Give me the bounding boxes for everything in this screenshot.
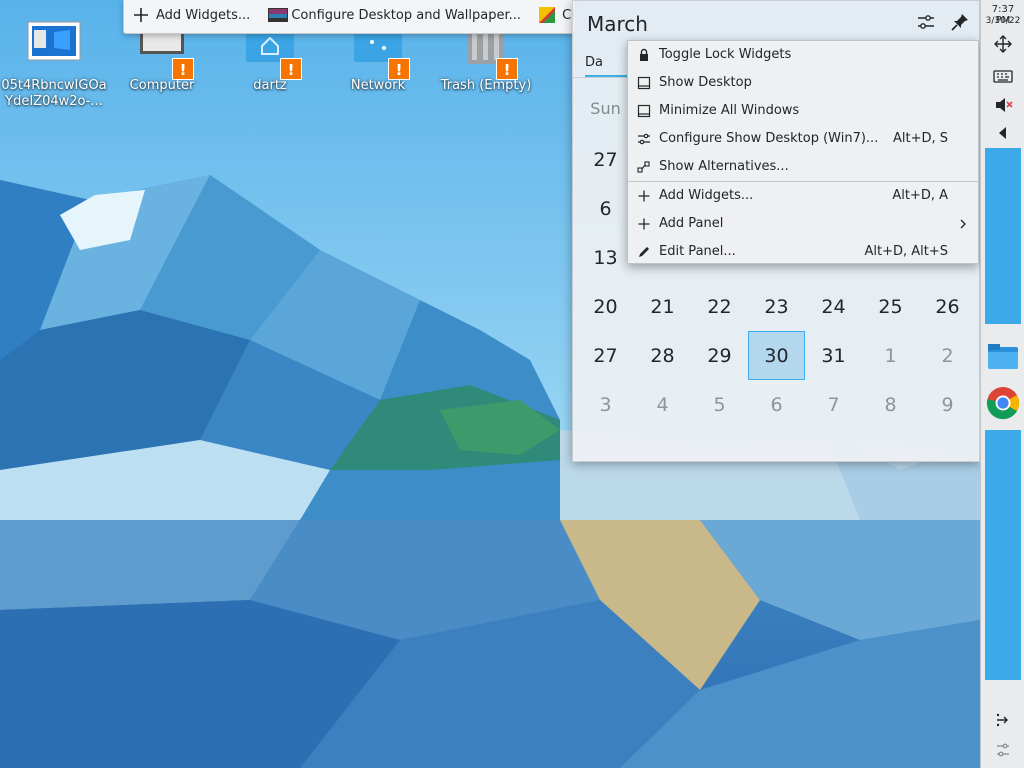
menu-item-show-alternatives[interactable]: Show Alternatives... [628, 153, 978, 181]
calendar-day[interactable]: 24 [805, 282, 862, 331]
menu-item-toggle-lock-widgets[interactable]: Toggle Lock Widgets [628, 41, 978, 69]
calendar-pin-button[interactable] [949, 11, 971, 33]
add-widgets-label: Add Widgets... [156, 7, 251, 23]
menu-item-add-panel[interactable]: Add Panel [628, 210, 978, 238]
calendar-day[interactable]: 5 [691, 380, 748, 429]
window-icon [637, 104, 651, 118]
desktop-icon-image-file[interactable]: 05t4RbncwIGOaYdeIZ04w2o-... [0, 18, 108, 110]
chevron-right-icon [958, 217, 968, 231]
calendar-day[interactable]: 31 [805, 331, 862, 380]
plus-icon [132, 6, 150, 24]
calendar-week-row: 20 21 22 23 24 25 26 [577, 282, 977, 331]
calendar-configure-button[interactable] [915, 11, 937, 33]
calendar-day[interactable]: 4 [634, 380, 691, 429]
chrome-icon[interactable] [986, 386, 1020, 420]
calendar-day[interactable]: 7 [805, 380, 862, 429]
menu-item-minimize-all-windows[interactable]: Minimize All Windows [628, 97, 978, 125]
activities-icon [538, 6, 556, 24]
choose-activity-button[interactable]: Choos [530, 0, 574, 30]
calendar-day[interactable]: 23 [748, 282, 805, 331]
calendar-day[interactable]: 27 [577, 331, 634, 380]
window-icon [637, 76, 651, 90]
panel-context-menu: Toggle Lock Widgets Show Desktop Minimize … [627, 40, 979, 264]
right-panel: 7:37 PM 3/30/22 [980, 0, 1024, 768]
calendar-day[interactable]: 25 [862, 282, 919, 331]
calendar-day[interactable]: 9 [919, 380, 976, 429]
desktop-icon-label: Network [350, 78, 406, 93]
menu-item-label: Show Alternatives... [659, 159, 789, 174]
menu-item-configure-show-desktop-win7[interactable]: Configure Show Desktop (Win7)... Alt+D, S [628, 125, 978, 153]
calendar-day[interactable]: 13 [577, 233, 634, 282]
panel-edit-handle-icon[interactable] [993, 710, 1013, 730]
menu-item-label: Minimize All Windows [659, 103, 800, 118]
menu-item-label: Add Widgets... [659, 188, 754, 203]
pin-icon [951, 14, 968, 31]
calendar-day-today[interactable]: 30 [748, 331, 805, 380]
lock-icon [637, 48, 651, 62]
menu-item-shortcut: Alt+D, A [892, 188, 948, 203]
image-file-icon [24, 18, 84, 70]
calendar-day[interactable]: 26 [919, 282, 976, 331]
menu-item-label: Configure Show Desktop (Win7)... [659, 131, 879, 146]
warning-badge-icon: ! [388, 58, 410, 80]
menu-item-label: Edit Panel... [659, 244, 736, 259]
calendar-day[interactable]: 6 [577, 184, 634, 233]
tab-days[interactable]: Da [585, 55, 635, 77]
plus-icon [637, 217, 651, 231]
desktop-icon-label: 05t4RbncwIGOaYdeIZ04w2o-... [1, 78, 107, 109]
menu-item-add-widgets[interactable]: Add Widgets... Alt+D, A [628, 182, 978, 210]
add-widgets-button[interactable]: Add Widgets... [124, 0, 254, 30]
warning-badge-icon: ! [172, 58, 194, 80]
move-icon[interactable] [993, 34, 1013, 54]
tab-days-label: Da [585, 55, 603, 70]
panel-task-area-lower [985, 430, 1021, 680]
calendar-month-title: March [587, 12, 648, 36]
calendar-day[interactable]: 29 [691, 331, 748, 380]
calendar-day[interactable]: 6 [748, 380, 805, 429]
menu-item-label: Add Panel [659, 216, 724, 231]
menu-item-show-desktop[interactable]: Show Desktop [628, 69, 978, 97]
panel-configure-icon[interactable] [993, 740, 1013, 760]
calendar-day[interactable]: 27 [577, 135, 634, 184]
calendar-day[interactable]: 1 [862, 331, 919, 380]
calendar-week-row: 27 28 29 30 31 1 2 [577, 331, 977, 380]
wallpaper-icon [267, 6, 289, 24]
menu-item-label: Toggle Lock Widgets [659, 47, 792, 62]
desktop-icon-label: dartz [253, 78, 287, 93]
configure-desktop-button[interactable]: Configure Desktop and Wallpaper... [259, 0, 525, 30]
calendar-day[interactable]: 22 [691, 282, 748, 331]
volume-muted-icon[interactable] [993, 95, 1013, 115]
configure-icon [637, 132, 651, 146]
weekday-header-sun: Sun [590, 99, 621, 118]
pencil-icon [637, 245, 651, 259]
panel-clock-date[interactable]: 3/30/22 [983, 16, 1023, 26]
desktop-toolbox: Add Widgets... Configure Desktop and Wal… [123, 0, 575, 34]
calendar-day[interactable]: 2 [919, 331, 976, 380]
warning-badge-icon: ! [496, 58, 518, 80]
configure-desktop-label: Configure Desktop and Wallpaper... [291, 7, 522, 23]
configure-icon [918, 15, 934, 29]
alternatives-icon [637, 160, 651, 174]
warning-badge-icon: ! [280, 58, 302, 80]
calendar-day[interactable]: 20 [577, 282, 634, 331]
expand-tray-arrow-icon[interactable] [993, 123, 1013, 143]
calendar-day[interactable]: 3 [577, 380, 634, 429]
panel-task-area [985, 148, 1021, 324]
menu-item-shortcut: Alt+D, S [892, 131, 948, 146]
desktop-icon-label: Computer [129, 78, 195, 93]
keyboard-icon[interactable] [993, 66, 1013, 86]
plus-icon [637, 189, 651, 203]
calendar-week-row: 3456789 [577, 380, 977, 429]
menu-item-edit-panel[interactable]: Edit Panel... Alt+D, Alt+S [628, 238, 978, 266]
file-manager-icon[interactable] [987, 340, 1019, 372]
desktop-icon-label: Trash (Empty) [440, 78, 532, 93]
calendar-day[interactable]: 8 [862, 380, 919, 429]
menu-item-shortcut: Alt+D, Alt+S [864, 244, 948, 259]
calendar-day[interactable]: 28 [634, 331, 691, 380]
menu-item-label: Show Desktop [659, 75, 752, 90]
calendar-day[interactable]: 21 [634, 282, 691, 331]
